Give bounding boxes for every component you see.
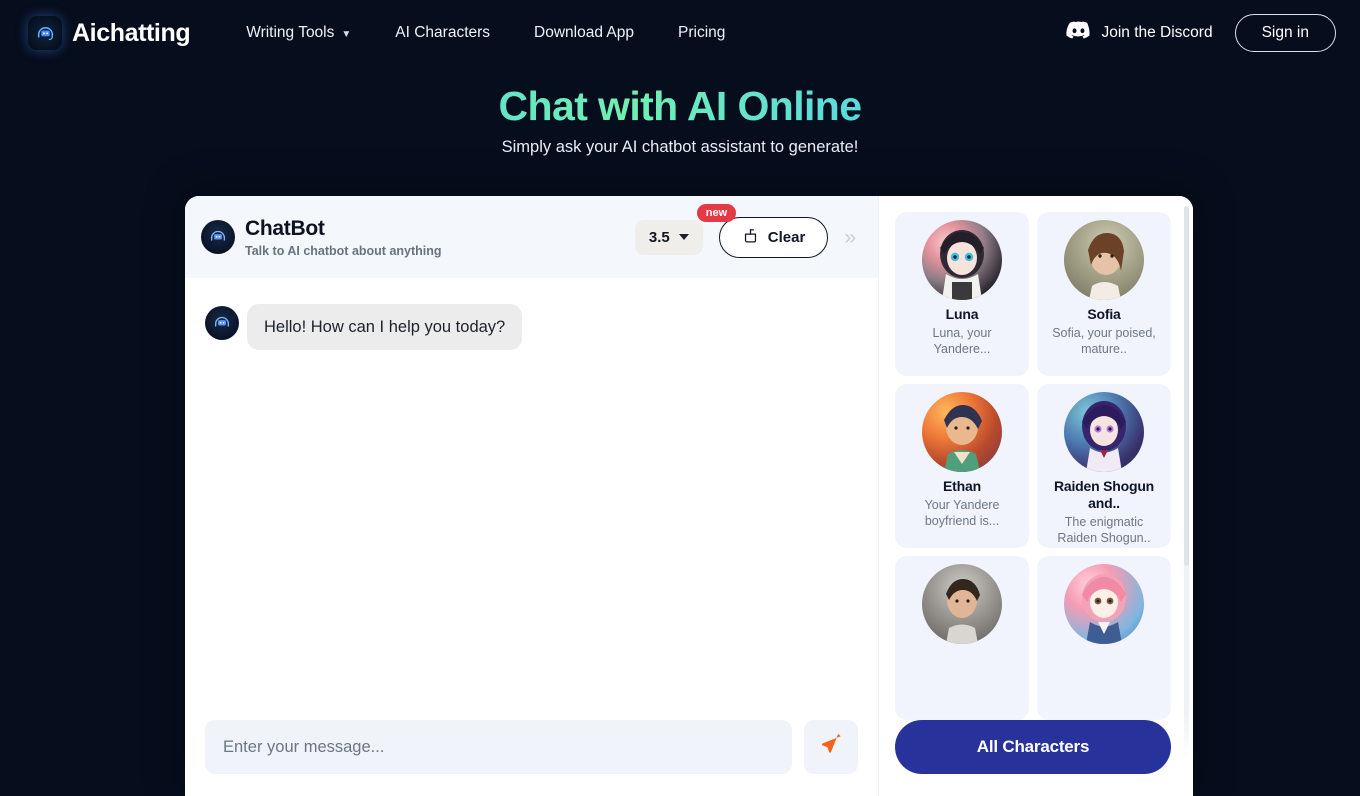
character-description: Luna, your Yandere... xyxy=(932,326,992,356)
characters-column: Luna Luna, your Yandere... Sofia Sofia, … xyxy=(879,196,1193,796)
characters-grid: Luna Luna, your Yandere... Sofia Sofia, … xyxy=(895,212,1171,720)
character-card[interactable]: Raiden Shogun and.. The enigmatic Raiden… xyxy=(1037,384,1171,548)
brand-name: Aichatting xyxy=(72,18,191,47)
avatar xyxy=(922,220,1002,300)
characters-scroll-area[interactable]: Luna Luna, your Yandere... Sofia Sofia, … xyxy=(879,196,1193,796)
avatar xyxy=(1064,392,1144,472)
avatar xyxy=(1064,220,1144,300)
chat-message: Hello! How can I help you today? xyxy=(205,304,858,351)
chevron-double-right-icon[interactable]: » xyxy=(844,227,856,248)
discord-icon xyxy=(1066,21,1091,45)
site-header: Aichatting Writing Tools ▼ AI Characters… xyxy=(0,0,1360,66)
model-version-select[interactable]: 3.5 xyxy=(634,219,703,255)
header-actions: Join the Discord Sign in xyxy=(1066,14,1336,52)
chatbot-avatar-icon xyxy=(201,220,235,254)
new-badge: new xyxy=(696,203,737,222)
avatar xyxy=(922,392,1002,472)
clear-button-label: Clear xyxy=(767,228,806,246)
chat-messages: Hello! How can I help you today? xyxy=(185,278,878,708)
nav-item-ai-characters[interactable]: AI Characters xyxy=(373,16,512,50)
nav-item-writing-tools[interactable]: Writing Tools ▼ xyxy=(224,16,373,50)
main-nav: Writing Tools ▼ AI Characters Download A… xyxy=(224,16,747,50)
send-button[interactable] xyxy=(804,720,858,774)
all-characters-button[interactable]: All Characters xyxy=(895,720,1171,774)
character-card[interactable]: Luna Luna, your Yandere... xyxy=(895,212,1029,376)
paper-plane-icon xyxy=(820,732,843,760)
avatar xyxy=(922,564,1002,644)
brand-logo-link[interactable]: Aichatting xyxy=(28,16,191,50)
characters-scrollbar[interactable] xyxy=(1184,206,1189,786)
character-card[interactable]: Sofia Sofia, your poised, mature.. xyxy=(1037,212,1171,376)
chat-column: ChatBot Talk to AI chatbot about anythin… xyxy=(185,196,879,796)
character-name: Ethan xyxy=(943,478,981,494)
nav-item-label: Writing Tools xyxy=(246,24,335,41)
character-card[interactable]: Ethan Your Yandere boyfriend is... xyxy=(895,384,1029,548)
chat-input-bar xyxy=(185,708,878,796)
hero-subtitle: Simply ask your AI chatbot assistant to … xyxy=(501,138,859,157)
nav-item-download-app[interactable]: Download App xyxy=(512,16,656,50)
character-card[interactable] xyxy=(1037,556,1171,720)
character-name: Raiden Shogun and.. xyxy=(1053,478,1155,512)
character-card[interactable] xyxy=(895,556,1029,720)
characters-scrollbar-thumb[interactable] xyxy=(1184,206,1189,566)
chat-title: ChatBot xyxy=(245,216,325,240)
broom-icon xyxy=(742,227,759,248)
chevron-down-icon xyxy=(678,234,689,240)
chatbot-headset-icon xyxy=(28,16,62,50)
nav-item-label: AI Characters xyxy=(395,24,491,41)
nav-item-pricing[interactable]: Pricing xyxy=(656,16,747,50)
character-name: Sofia xyxy=(1087,306,1121,322)
chat-header-text: ChatBot Talk to AI chatbot about anythin… xyxy=(245,217,442,258)
sign-in-button[interactable]: Sign in xyxy=(1234,14,1336,52)
character-description: The enigmatic Raiden Shogun.. xyxy=(1057,515,1151,545)
chat-header: ChatBot Talk to AI chatbot about anythin… xyxy=(185,196,878,278)
nav-item-label: Download App xyxy=(534,24,635,41)
chevron-down-icon: ▼ xyxy=(341,28,352,40)
join-discord-label: Join the Discord xyxy=(1101,24,1213,41)
chatbot-avatar-icon xyxy=(205,306,239,340)
chat-app-panel: ChatBot Talk to AI chatbot about anythin… xyxy=(185,196,1193,796)
model-version-value: 3.5 xyxy=(648,228,670,246)
page-title: Chat with AI Online xyxy=(0,82,1360,130)
join-discord-link[interactable]: Join the Discord xyxy=(1066,21,1213,45)
clear-button[interactable]: Clear xyxy=(718,216,829,258)
chat-message-text: Hello! How can I help you today? xyxy=(247,304,523,351)
clear-button-wrap: new Clear xyxy=(696,203,829,258)
character-description: Sofia, your poised, mature.. xyxy=(1052,326,1156,356)
hero-section: Chat with AI Online Simply ask your AI c… xyxy=(0,66,1360,157)
avatar xyxy=(1064,564,1144,644)
chat-header-tools: 3.5 new Clear » xyxy=(634,203,856,258)
character-description: Your Yandere boyfriend is... xyxy=(924,498,1000,528)
chat-subtitle: Talk to AI chatbot about anything xyxy=(245,243,442,258)
message-input[interactable] xyxy=(205,720,792,774)
nav-item-label: Pricing xyxy=(678,24,726,41)
character-name: Luna xyxy=(945,306,979,322)
